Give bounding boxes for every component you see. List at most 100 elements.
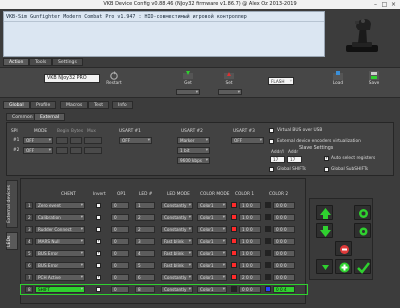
tab-action[interactable]: Action [3, 58, 30, 66]
event-select[interactable]: Calibration [35, 214, 85, 221]
led-mode-select[interactable]: Constantly [161, 226, 193, 233]
color1-swatch[interactable] [231, 274, 237, 280]
tab-global[interactable]: Global [3, 101, 30, 109]
set-icon[interactable] [224, 71, 234, 80]
refresh-button[interactable] [354, 205, 371, 220]
table-row[interactable]: 6BUS Error 05 Fast blink Color1 1 0 0 0 0 0 [21, 261, 307, 270]
color-mode-select[interactable]: Color1 [197, 286, 227, 293]
led-number-field[interactable]: 3 [135, 238, 155, 245]
virtual-bus-checkbox[interactable] [269, 128, 274, 133]
led-mode-select[interactable]: Fast blink [161, 250, 193, 257]
side-tab-leds[interactable]: LEDs [6, 232, 18, 250]
save-icon[interactable] [369, 71, 379, 80]
color2-field[interactable]: 0 0 0 [273, 274, 295, 281]
table-row[interactable]: 1Zero event01ConstantlyColor11 0 00 0 0 [21, 201, 307, 210]
led-mode-select[interactable]: Constantly [161, 214, 193, 221]
restart-icon[interactable] [109, 71, 119, 80]
invert-checkbox[interactable] [96, 227, 101, 232]
usart2-bits-select[interactable]: 1 bit [177, 147, 210, 154]
spi1-mode-select[interactable]: OFF [23, 137, 53, 144]
spi2-mux-field[interactable] [84, 147, 102, 154]
down-step-button[interactable] [316, 259, 333, 274]
spi2-begin-field[interactable] [56, 147, 68, 154]
maximize-icon[interactable]: □ [380, 1, 389, 8]
table-row[interactable]: 8SHIFT08ConstantlyColor10 0 00 0 4 [20, 284, 308, 295]
spi1-mux-field[interactable] [84, 137, 102, 144]
color1-field[interactable]: 1 0 0 [239, 262, 261, 269]
color1-field[interactable]: 0 0 0 [239, 286, 261, 293]
table-row[interactable]: 7PCH Active 06 Constantly Color1 2 0 0 0 0 0 [21, 273, 307, 282]
op1-field[interactable]: 0 [111, 202, 129, 209]
table-row[interactable]: 2Calibration02ConstantlyColor11 0 00 0 0 [21, 213, 307, 222]
color1-field[interactable]: 1 0 0 [239, 202, 261, 209]
apply-button[interactable] [354, 259, 371, 274]
color2-swatch[interactable] [265, 238, 271, 244]
usart2-baud-select[interactable]: 9600 kbps [177, 157, 210, 164]
usart2-mode-select[interactable]: Marker [177, 137, 210, 144]
config-button[interactable] [354, 223, 371, 238]
event-select[interactable]: MARS Null [35, 238, 85, 245]
tab-test[interactable]: Test [88, 101, 110, 109]
event-select[interactable]: BUS Error [35, 262, 85, 269]
ext-virtualization-checkbox[interactable] [269, 139, 274, 144]
get-field[interactable] [176, 89, 200, 95]
led-number-field[interactable]: 4 [135, 250, 155, 257]
led-mode-select[interactable]: Constantly [161, 286, 193, 293]
spi2-mode-select[interactable]: OFF [23, 147, 53, 154]
move-down-button[interactable] [316, 223, 333, 238]
color2-swatch[interactable] [265, 214, 271, 220]
flash-select[interactable]: FLASH [268, 77, 294, 85]
delete-button[interactable] [335, 241, 352, 256]
tab-info[interactable]: Info [112, 101, 133, 109]
led-number-field[interactable]: 2 [135, 226, 155, 233]
global-subshifts-checkbox[interactable] [324, 167, 329, 172]
color1-swatch[interactable] [231, 202, 237, 208]
usart3-mode-select[interactable]: OFF [231, 137, 264, 144]
addr-field[interactable]: 17 [287, 156, 302, 163]
side-tab-external-devices[interactable]: External devices [6, 180, 18, 228]
minimize-icon[interactable]: – [371, 1, 380, 8]
tab-settings[interactable]: Settings [52, 58, 83, 66]
table-row[interactable]: 4MARS Null 03 Fast blink Color1 1 0 0 0 0 0 [21, 237, 307, 246]
op1-field[interactable]: 0 [111, 238, 129, 245]
tab-profile[interactable]: Profile [30, 101, 57, 109]
op1-field[interactable]: 0 [111, 286, 129, 293]
color2-field[interactable]: 0 0 4 [273, 286, 295, 293]
color1-field[interactable]: 1 0 0 [239, 214, 261, 221]
color1-swatch[interactable] [231, 262, 237, 268]
op1-field[interactable]: 0 [111, 250, 129, 257]
color2-swatch[interactable] [265, 250, 271, 256]
invert-checkbox[interactable] [96, 274, 101, 280]
led-mode-select[interactable]: Constantly [161, 274, 193, 281]
color-mode-select[interactable]: Color1 [197, 262, 227, 269]
color2-swatch[interactable] [265, 226, 271, 232]
color-mode-select[interactable]: Color1 [197, 238, 227, 245]
color2-swatch[interactable] [265, 262, 271, 268]
op1-field[interactable]: 0 [111, 214, 129, 221]
spi1-bytes-field[interactable] [70, 137, 82, 144]
invert-checkbox[interactable] [96, 263, 101, 268]
color1-swatch[interactable] [231, 250, 237, 256]
color1-swatch[interactable] [231, 214, 237, 220]
tab-tools[interactable]: Tools [29, 58, 53, 66]
spi2-bytes-field[interactable] [70, 147, 82, 154]
invert-checkbox[interactable] [96, 238, 101, 244]
invert-checkbox[interactable] [96, 250, 101, 256]
usart1-mode-select[interactable]: OFF [119, 137, 152, 144]
color2-field[interactable]: 0 0 0 [273, 238, 295, 245]
invert-checkbox[interactable] [96, 215, 101, 220]
add-button[interactable] [335, 259, 352, 274]
color1-swatch[interactable] [231, 286, 237, 292]
color-mode-select[interactable]: Color1 [197, 274, 227, 281]
op1-field[interactable]: 0 [111, 262, 129, 269]
move-up-button[interactable] [316, 205, 333, 220]
led-number-field[interactable]: 1 [135, 202, 155, 209]
color-mode-select[interactable]: Color1 [197, 214, 227, 221]
led-mode-select[interactable]: Fast blink [161, 238, 193, 245]
led-number-field[interactable]: 8 [135, 286, 155, 293]
color1-field[interactable]: 2 0 0 [239, 274, 261, 281]
addr-l-field[interactable]: 17 [270, 156, 285, 163]
color1-swatch[interactable] [231, 226, 237, 232]
led-number-field[interactable]: 2 [135, 214, 155, 221]
color1-swatch[interactable] [231, 238, 237, 244]
